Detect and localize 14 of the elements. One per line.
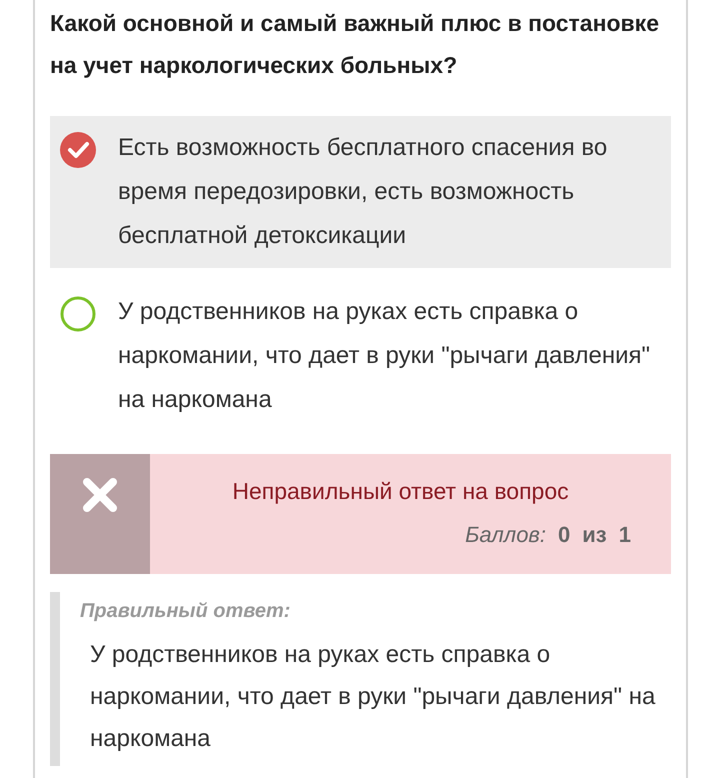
result-message: Неправильный ответ на вопрос	[232, 477, 569, 506]
score-value: 0	[558, 521, 570, 549]
correct-answer-label: Правильный ответ:	[80, 599, 292, 624]
answer-option[interactable]: У родственников на руках есть справка о наркомании, что дает в руки "рычаги давления" на наркомана	[118, 290, 661, 422]
radio-circle-icon	[60, 296, 96, 332]
correct-answer-text: У родственников на руках есть справка о наркомании, что дает в руки "рычаги давления" на наркомана	[89, 640, 656, 754]
score-label: Баллов:	[465, 521, 546, 549]
answer-option[interactable]: Есть возможность бесплатного спасения во время передозировки, есть возможность бесплатной детоксикации	[50, 116, 671, 268]
score-separator: из	[582, 521, 607, 549]
score-max: 1	[618, 521, 631, 549]
close-icon	[81, 476, 119, 514]
check-icon	[60, 132, 96, 168]
question-text: Какой основной и самый важный плюс в постановке на учет наркологических больных?	[50, 9, 660, 80]
option-text: Есть возможность бесплатного спасения во время передозировки, есть возможность бесплатной детоксикации	[118, 133, 608, 251]
